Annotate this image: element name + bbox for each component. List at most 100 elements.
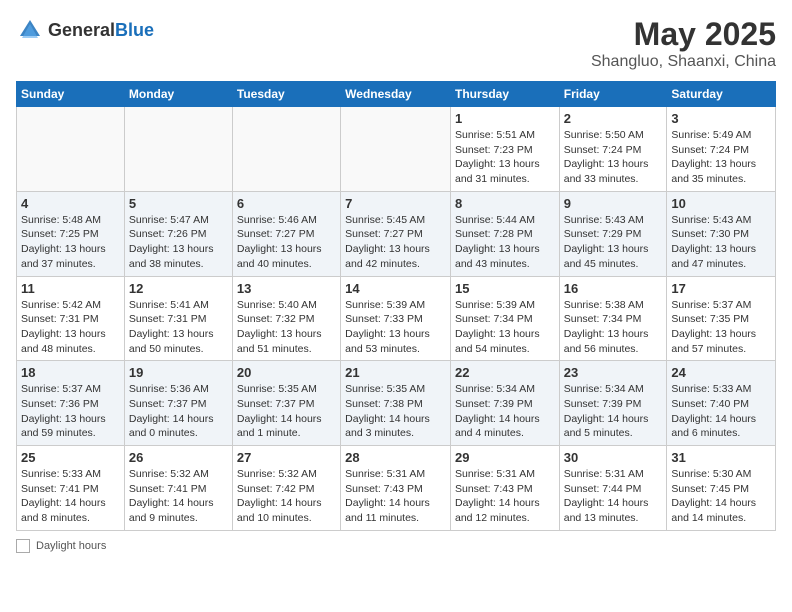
day-number: 17 <box>671 281 771 296</box>
location-title: Shangluo, Shaanxi, China <box>591 53 776 71</box>
day-info: Sunrise: 5:31 AM Sunset: 7:43 PM Dayligh… <box>345 467 446 526</box>
day-number: 15 <box>455 281 555 296</box>
calendar-week-row: 25 Sunrise: 5:33 AM Sunset: 7:41 PM Dayli… <box>17 446 776 531</box>
calendar-cell: 7Sunrise: 5:45 AM Sunset: 7:27 PM Daylig… <box>341 191 451 276</box>
calendar-cell: 12Sunrise: 5:41 AM Sunset: 7:31 PM Dayli… <box>124 276 232 361</box>
day-number: 26 <box>129 450 228 465</box>
calendar-cell: 16 Sunrise: 5:38 AM Sunset: 7:34 PM Dayli… <box>559 276 667 361</box>
day-number: 2 <box>564 111 663 126</box>
day-info: Sunrise: 5:32 AM Sunset: 7:41 PM Dayligh… <box>129 467 228 526</box>
logo-icon <box>16 16 44 44</box>
weekday-header-cell: Friday <box>559 82 667 107</box>
day-info: Sunrise: 5:43 AM Sunset: 7:29 PM Dayligh… <box>564 213 663 272</box>
calendar-cell: 11 Sunrise: 5:42 AM Sunset: 7:31 PM Dayli… <box>17 276 125 361</box>
calendar-cell <box>341 107 451 192</box>
day-number: 25 <box>21 450 120 465</box>
calendar-cell: 17 Sunrise: 5:37 AM Sunset: 7:35 PM Dayli… <box>667 276 776 361</box>
day-info: Sunrise: 5:39 AM Sunset: 7:33 PM Dayligh… <box>345 298 446 357</box>
day-info: Sunrise: 5:46 AM Sunset: 7:27 PM Dayligh… <box>237 213 336 272</box>
calendar-cell: 4 Sunrise: 5:48 AM Sunset: 7:25 PM Daylig… <box>17 191 125 276</box>
calendar-cell: 14 Sunrise: 5:39 AM Sunset: 7:33 PM Dayli… <box>341 276 451 361</box>
day-info: Sunrise: 5:33 AM Sunset: 7:41 PM Dayligh… <box>21 467 120 526</box>
calendar-cell: 21Sunrise: 5:35 AM Sunset: 7:38 PM Dayli… <box>341 361 451 446</box>
calendar-cell: 26 Sunrise: 5:32 AM Sunset: 7:41 PM Dayli… <box>124 446 232 531</box>
day-number: 22 <box>455 365 555 380</box>
weekday-header-cell: Monday <box>124 82 232 107</box>
day-info: Sunrise: 5:37 AM Sunset: 7:36 PM Dayligh… <box>21 382 120 441</box>
day-number: 5 <box>129 196 228 211</box>
day-number: 23 <box>564 365 663 380</box>
day-info: Sunrise: 5:48 AM Sunset: 7:25 PM Dayligh… <box>21 213 120 272</box>
calendar-cell: 1Sunrise: 5:51 AM Sunset: 7:23 PM Daylig… <box>450 107 559 192</box>
calendar-body: 1Sunrise: 5:51 AM Sunset: 7:23 PM Daylig… <box>17 107 776 531</box>
day-info: Sunrise: 5:33 AM Sunset: 7:40 PM Dayligh… <box>671 382 771 441</box>
day-number: 9 <box>564 196 663 211</box>
calendar-cell: 3Sunrise: 5:49 AM Sunset: 7:24 PM Daylig… <box>667 107 776 192</box>
day-number: 19 <box>129 365 228 380</box>
calendar-cell: 28 Sunrise: 5:31 AM Sunset: 7:43 PM Dayli… <box>341 446 451 531</box>
weekday-header-cell: Tuesday <box>232 82 340 107</box>
day-number: 16 <box>564 281 663 296</box>
calendar-cell: 22Sunrise: 5:34 AM Sunset: 7:39 PM Dayli… <box>450 361 559 446</box>
day-info: Sunrise: 5:39 AM Sunset: 7:34 PM Dayligh… <box>455 298 555 357</box>
day-info: Sunrise: 5:40 AM Sunset: 7:32 PM Dayligh… <box>237 298 336 357</box>
day-number: 4 <box>21 196 120 211</box>
day-number: 27 <box>237 450 336 465</box>
day-info: Sunrise: 5:37 AM Sunset: 7:35 PM Dayligh… <box>671 298 771 357</box>
weekday-header-row: SundayMondayTuesdayWednesdayThursdayFrid… <box>17 82 776 107</box>
calendar-cell: 23Sunrise: 5:34 AM Sunset: 7:39 PM Dayli… <box>559 361 667 446</box>
day-number: 29 <box>455 450 555 465</box>
calendar-cell: 25 Sunrise: 5:33 AM Sunset: 7:41 PM Dayli… <box>17 446 125 531</box>
day-info: Sunrise: 5:50 AM Sunset: 7:24 PM Dayligh… <box>564 128 663 187</box>
calendar-cell: 2 Sunrise: 5:50 AM Sunset: 7:24 PM Daylig… <box>559 107 667 192</box>
calendar-week-row: 1Sunrise: 5:51 AM Sunset: 7:23 PM Daylig… <box>17 107 776 192</box>
legend-label: Daylight hours <box>36 540 106 552</box>
calendar-cell: 10 Sunrise: 5:43 AM Sunset: 7:30 PM Dayli… <box>667 191 776 276</box>
day-number: 18 <box>21 365 120 380</box>
day-number: 11 <box>21 281 120 296</box>
calendar-cell: 5 Sunrise: 5:47 AM Sunset: 7:26 PM Daylig… <box>124 191 232 276</box>
calendar-cell: 20Sunrise: 5:35 AM Sunset: 7:37 PM Dayli… <box>232 361 340 446</box>
weekday-header-cell: Sunday <box>17 82 125 107</box>
calendar-cell: 19 Sunrise: 5:36 AM Sunset: 7:37 PM Dayli… <box>124 361 232 446</box>
day-info: Sunrise: 5:38 AM Sunset: 7:34 PM Dayligh… <box>564 298 663 357</box>
month-title: May 2025 <box>591 16 776 53</box>
day-info: Sunrise: 5:36 AM Sunset: 7:37 PM Dayligh… <box>129 382 228 441</box>
day-number: 30 <box>564 450 663 465</box>
day-info: Sunrise: 5:31 AM Sunset: 7:44 PM Dayligh… <box>564 467 663 526</box>
calendar-week-row: 11 Sunrise: 5:42 AM Sunset: 7:31 PM Dayli… <box>17 276 776 361</box>
day-number: 14 <box>345 281 446 296</box>
day-info: Sunrise: 5:44 AM Sunset: 7:28 PM Dayligh… <box>455 213 555 272</box>
day-number: 13 <box>237 281 336 296</box>
day-info: Sunrise: 5:47 AM Sunset: 7:26 PM Dayligh… <box>129 213 228 272</box>
calendar-cell: 24 Sunrise: 5:33 AM Sunset: 7:40 PM Dayli… <box>667 361 776 446</box>
day-number: 24 <box>671 365 771 380</box>
day-info: Sunrise: 5:31 AM Sunset: 7:43 PM Dayligh… <box>455 467 555 526</box>
weekday-header-cell: Saturday <box>667 82 776 107</box>
calendar-cell: 29 Sunrise: 5:31 AM Sunset: 7:43 PM Dayli… <box>450 446 559 531</box>
calendar-cell <box>124 107 232 192</box>
day-number: 10 <box>671 196 771 211</box>
calendar-cell: 6 Sunrise: 5:46 AM Sunset: 7:27 PM Daylig… <box>232 191 340 276</box>
calendar-cell <box>17 107 125 192</box>
day-number: 8 <box>455 196 555 211</box>
day-number: 28 <box>345 450 446 465</box>
day-number: 7 <box>345 196 446 211</box>
calendar-cell: 27 Sunrise: 5:32 AM Sunset: 7:42 PM Dayli… <box>232 446 340 531</box>
logo-general: General <box>48 20 115 40</box>
day-number: 6 <box>237 196 336 211</box>
day-info: Sunrise: 5:43 AM Sunset: 7:30 PM Dayligh… <box>671 213 771 272</box>
calendar-cell: 18 Sunrise: 5:37 AM Sunset: 7:36 PM Dayli… <box>17 361 125 446</box>
day-info: Sunrise: 5:35 AM Sunset: 7:37 PM Dayligh… <box>237 382 336 441</box>
day-info: Sunrise: 5:30 AM Sunset: 7:45 PM Dayligh… <box>671 467 771 526</box>
calendar-cell: 9 Sunrise: 5:43 AM Sunset: 7:29 PM Daylig… <box>559 191 667 276</box>
page-header: GeneralBlue May 2025 Shangluo, Shaanxi, … <box>16 16 776 71</box>
day-number: 12 <box>129 281 228 296</box>
day-info: Sunrise: 5:42 AM Sunset: 7:31 PM Dayligh… <box>21 298 120 357</box>
day-info: Sunrise: 5:49 AM Sunset: 7:24 PM Dayligh… <box>671 128 771 187</box>
day-info: Sunrise: 5:32 AM Sunset: 7:42 PM Dayligh… <box>237 467 336 526</box>
logo-blue: Blue <box>115 20 154 40</box>
calendar-cell: 13 Sunrise: 5:40 AM Sunset: 7:32 PM Dayli… <box>232 276 340 361</box>
weekday-header-cell: Wednesday <box>341 82 451 107</box>
calendar-week-row: 4 Sunrise: 5:48 AM Sunset: 7:25 PM Daylig… <box>17 191 776 276</box>
